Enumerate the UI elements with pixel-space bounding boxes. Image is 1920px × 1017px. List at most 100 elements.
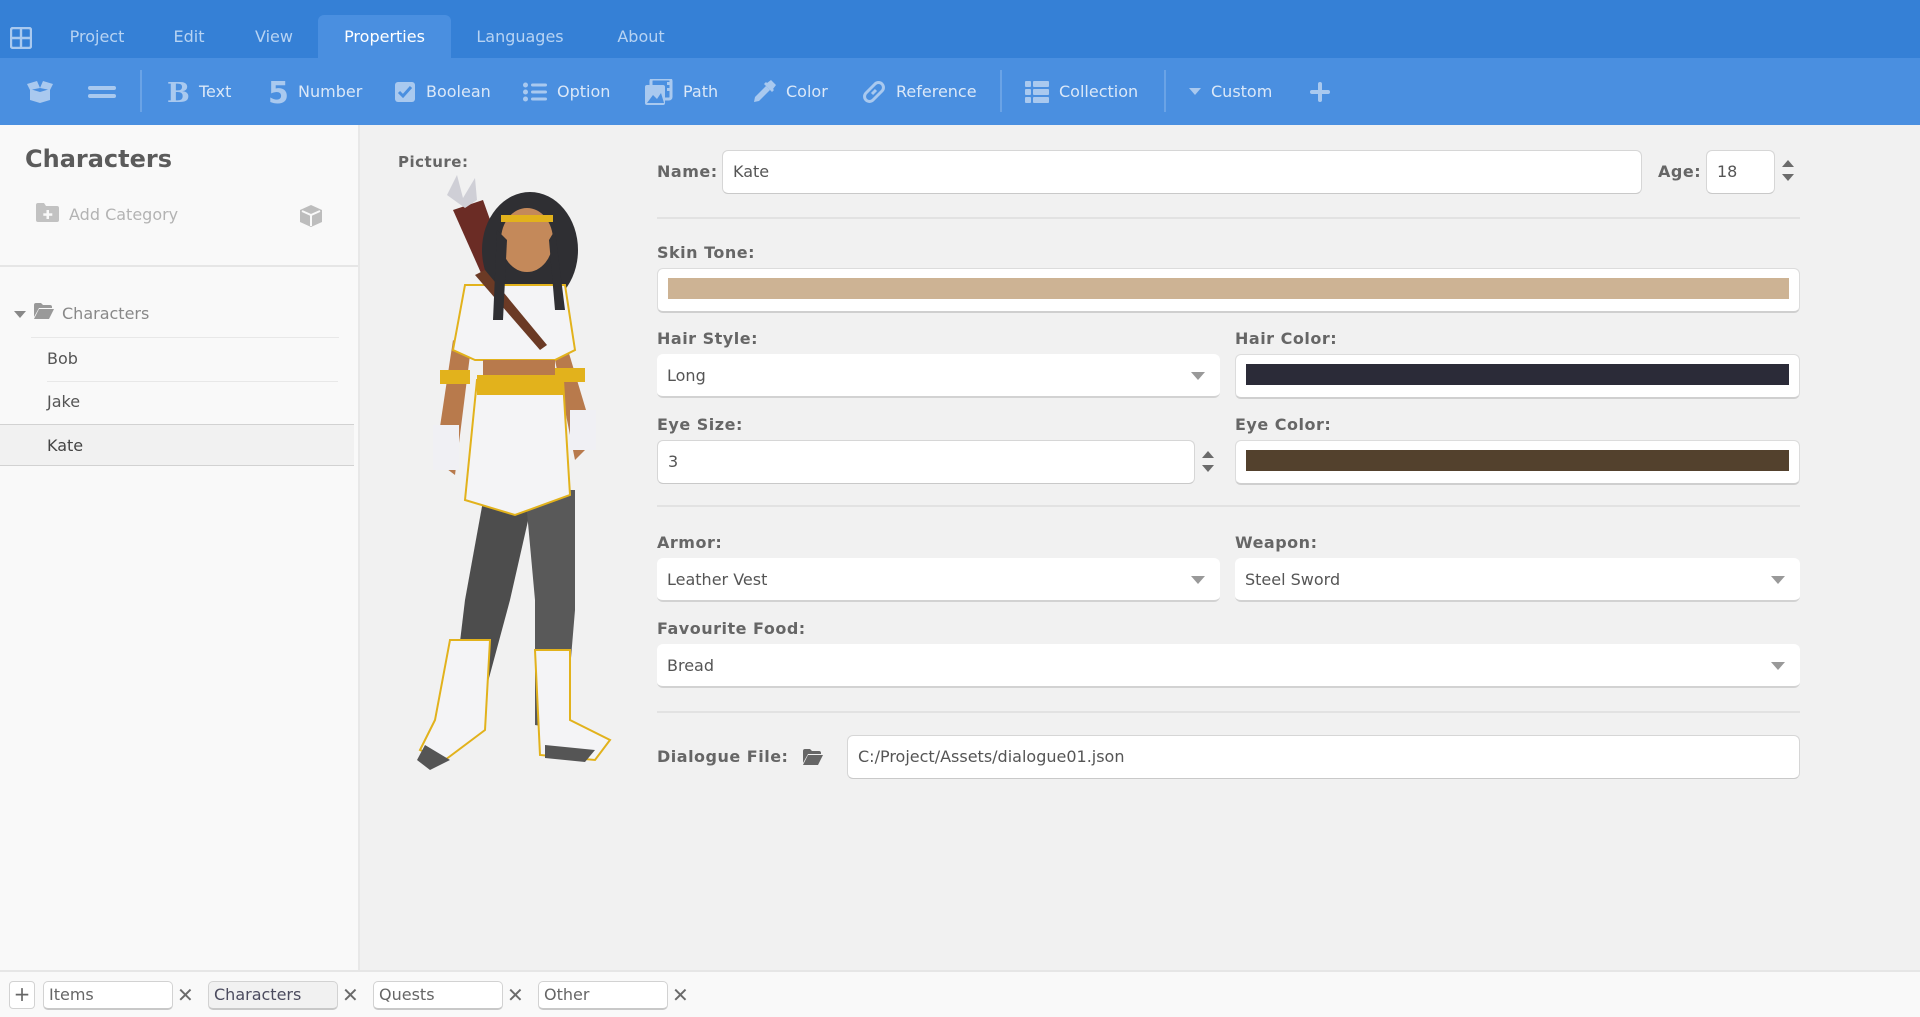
arrow-up-icon[interactable] <box>1202 451 1214 458</box>
box-button[interactable] <box>26 58 54 125</box>
bottom-tab-items[interactable]: Items <box>43 981 173 1010</box>
add-number-button[interactable]: 5 Number <box>268 58 362 125</box>
add-text-button[interactable]: B Text <box>167 58 231 125</box>
toolbar-separator <box>1000 70 1002 112</box>
section-divider <box>657 505 1800 507</box>
add-path-button[interactable]: Path <box>645 58 718 125</box>
add-boolean-button[interactable]: Boolean <box>394 58 491 125</box>
menu-tab-languages[interactable]: Languages <box>462 15 578 58</box>
add-reference-button[interactable]: Reference <box>862 58 977 125</box>
tree-item-jake[interactable]: Jake <box>0 381 354 423</box>
hair-color-label: Hair Color: <box>1235 329 1338 348</box>
tree-folder-label: Characters <box>62 303 150 323</box>
tree-folder-characters[interactable]: Characters <box>14 303 149 323</box>
menu-tab-project[interactable]: Project <box>52 15 142 58</box>
image-path-icon <box>645 78 673 105</box>
menu-tab-edit[interactable]: Edit <box>158 15 220 58</box>
section-divider <box>657 217 1800 219</box>
menu-button[interactable] <box>88 58 116 125</box>
add-number-label: Number <box>298 82 363 101</box>
sidebar-title: Characters <box>25 145 173 173</box>
eye-size-input[interactable]: 3 <box>657 440 1195 484</box>
weapon-value: Steel Sword <box>1245 570 1341 589</box>
list-icon <box>523 82 547 102</box>
weapon-label: Weapon: <box>1235 533 1318 552</box>
eye-color-label: Eye Color: <box>1235 415 1332 434</box>
folder-plus-icon <box>36 203 59 226</box>
add-path-label: Path <box>683 82 719 101</box>
svg-text:B: B <box>167 79 189 105</box>
tree-item-kate[interactable]: Kate <box>0 424 354 466</box>
eyedropper-icon <box>752 79 776 104</box>
bottom-tab-quests[interactable]: Quests <box>373 981 503 1010</box>
add-collection-button[interactable]: Collection <box>1025 58 1138 125</box>
close-tab-icon[interactable]: ✕ <box>342 984 359 1006</box>
hair-color-picker[interactable] <box>1235 354 1800 399</box>
add-custom-button[interactable] <box>1310 58 1330 125</box>
bottom-tab-characters[interactable]: Characters <box>208 981 338 1010</box>
eye-color-swatch <box>1246 450 1789 471</box>
arrow-up-icon[interactable] <box>1782 160 1794 167</box>
age-stepper[interactable] <box>1781 160 1795 184</box>
skin-tone-swatch <box>668 278 1789 299</box>
arrow-down-icon[interactable] <box>1782 174 1794 181</box>
eye-size-stepper[interactable] <box>1201 451 1215 475</box>
add-boolean-label: Boolean <box>426 82 491 101</box>
name-input[interactable]: Kate <box>722 150 1642 194</box>
bottom-tab-bar: + Items ✕ Characters ✕ Quests ✕ Other ✕ <box>0 970 1920 1017</box>
hair-style-value: Long <box>667 366 706 385</box>
section-divider <box>657 711 1800 713</box>
age-input[interactable]: 18 <box>1706 150 1775 194</box>
toolbar-separator <box>1164 70 1166 112</box>
age-label: Age: <box>1658 162 1702 181</box>
skin-tone-label: Skin Tone: <box>657 243 756 262</box>
open-box-icon <box>26 80 54 104</box>
sidebar-divider <box>0 265 358 267</box>
character-picture[interactable] <box>405 170 635 780</box>
dropdown-caret-icon <box>1191 576 1205 584</box>
arrow-down-icon[interactable] <box>1202 465 1214 472</box>
tree-item-bob[interactable]: Bob <box>0 338 354 380</box>
number-five-icon: 5 <box>268 78 288 106</box>
armor-value: Leather Vest <box>667 570 768 589</box>
eye-color-picker[interactable] <box>1235 440 1800 485</box>
caret-down-icon <box>1189 87 1201 96</box>
bottom-tab-other[interactable]: Other <box>538 981 668 1010</box>
browse-folder-icon[interactable] <box>803 749 823 769</box>
add-category-button[interactable]: Add Category <box>36 203 178 226</box>
close-tab-icon[interactable]: ✕ <box>177 984 194 1006</box>
sidebar: Characters Add Category Characters Bob J… <box>0 125 360 970</box>
name-label: Name: <box>657 162 718 181</box>
add-collection-label: Collection <box>1059 82 1139 101</box>
favourite-food-value: Bread <box>667 656 715 675</box>
menu-tab-view[interactable]: View <box>240 15 308 58</box>
skin-tone-picker[interactable] <box>657 268 1800 313</box>
add-text-label: Text <box>199 82 232 101</box>
dialogue-file-input[interactable]: C:/Project/Assets/dialogue01.json <box>847 735 1800 779</box>
add-option-button[interactable]: Option <box>523 58 610 125</box>
menu-tab-about[interactable]: About <box>598 15 684 58</box>
favourite-food-label: Favourite Food: <box>657 619 806 638</box>
hair-style-select[interactable]: Long <box>657 354 1220 398</box>
cube-icon[interactable] <box>299 204 323 232</box>
close-tab-icon[interactable]: ✕ <box>507 984 524 1006</box>
add-tab-button[interactable]: + <box>9 981 35 1009</box>
add-category-label: Add Category <box>69 205 179 224</box>
weapon-select[interactable]: Steel Sword <box>1235 558 1800 602</box>
custom-dropdown[interactable]: Custom <box>1189 58 1272 125</box>
add-reference-label: Reference <box>896 82 977 101</box>
grid-icon[interactable] <box>9 26 33 50</box>
link-icon <box>862 80 886 104</box>
dropdown-caret-icon <box>1771 576 1785 584</box>
favourite-food-select[interactable]: Bread <box>657 644 1800 688</box>
dropdown-caret-icon <box>1191 372 1205 380</box>
custom-label: Custom <box>1211 82 1273 101</box>
caret-down-icon[interactable] <box>14 304 26 323</box>
menu-bar: Project Edit View Properties Languages A… <box>0 0 1920 58</box>
armor-select[interactable]: Leather Vest <box>657 558 1220 602</box>
menu-tab-properties[interactable]: Properties <box>318 15 451 58</box>
close-tab-icon[interactable]: ✕ <box>672 984 689 1006</box>
add-color-button[interactable]: Color <box>752 58 828 125</box>
toolbar-separator <box>140 70 142 112</box>
dialogue-file-label: Dialogue File: <box>657 747 789 766</box>
